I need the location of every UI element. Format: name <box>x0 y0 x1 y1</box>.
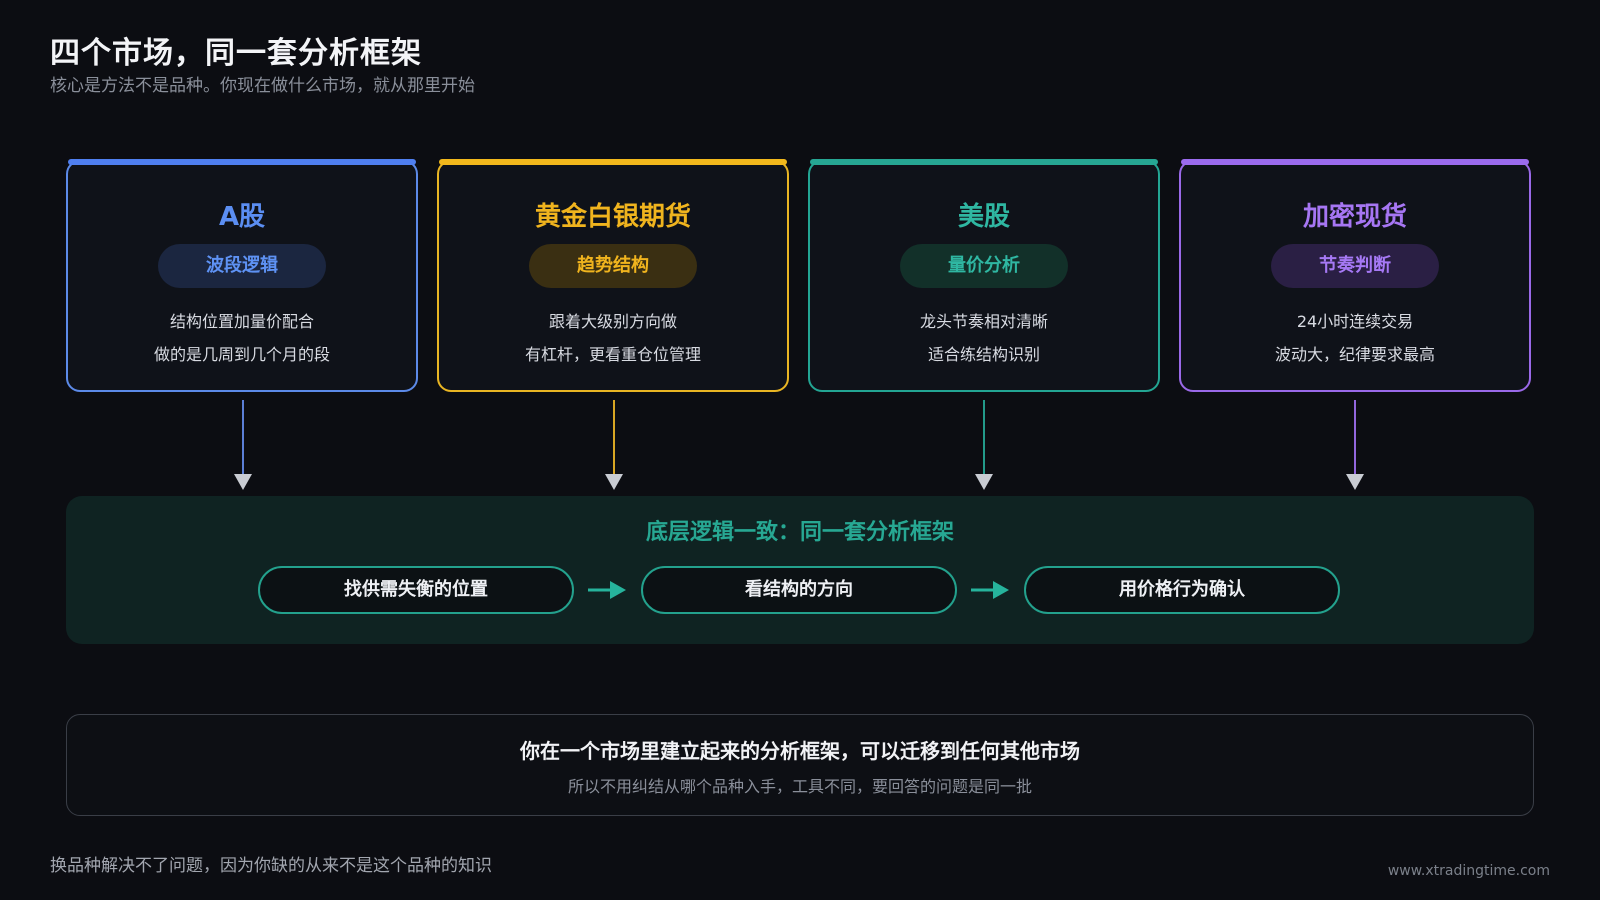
framework-panel: 底层逻辑一致：同一套分析框架 找供需失衡的位置 看结构的方向 用价格行为确认 <box>66 496 1534 644</box>
conclusion-main: 你在一个市场里建立起来的分析框架，可以迁移到任何其他市场 <box>520 739 1080 763</box>
conclusion-sub: 所以不用纠结从哪个品种入手，工具不同，要回答的问题是同一批 <box>567 777 1032 796</box>
arrow-down-icon <box>1346 400 1364 490</box>
arrow-right-icon <box>588 581 626 599</box>
arrow-down-icon <box>975 400 993 490</box>
arrow-down-icon <box>605 400 623 490</box>
step-arrows <box>588 581 1009 599</box>
site-watermark: www.xtradingtime.com <box>1387 863 1550 879</box>
arrow-down-icon <box>234 400 252 490</box>
arrow-right-icon <box>971 581 1009 599</box>
conclusion-box: 你在一个市场里建立起来的分析框架，可以迁移到任何其他市场 所以不用纠结从哪个品种… <box>66 714 1534 816</box>
footer-note: 换品种解决不了问题，因为你缺的从来不是这个品种的知识 <box>50 856 492 876</box>
